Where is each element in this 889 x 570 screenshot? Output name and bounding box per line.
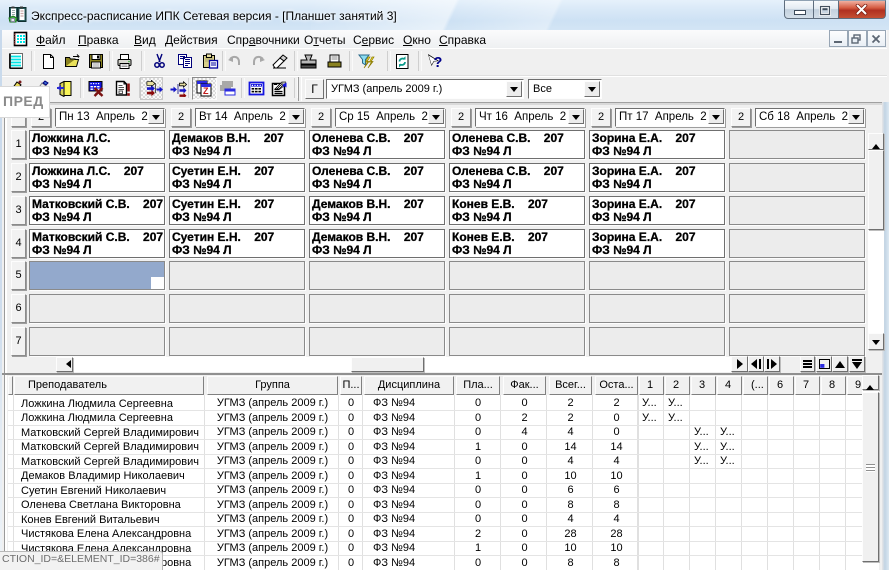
svg-text:?: ? xyxy=(434,55,443,70)
svg-text:Z: Z xyxy=(203,86,209,96)
